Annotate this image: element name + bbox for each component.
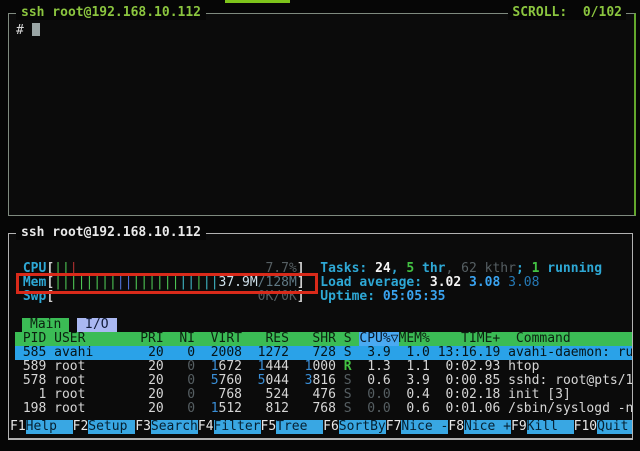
fkey-label-help[interactable]: Help xyxy=(26,420,73,434)
bottom-terminal-pane[interactable]: CPU[||| 7.7%] Tasks: 24, 5 thr, 62 kthr;… xyxy=(8,233,633,440)
sort-column-cpu[interactable]: CPU%▽ xyxy=(359,332,398,346)
process-row-1[interactable]: 1 root 20 0 768 524 476 S 0.0 0.4 0:02.1… xyxy=(15,388,632,402)
fkey-f8[interactable]: F8 xyxy=(448,420,464,434)
memory-meter: Mem[|||||||||||||||||||||37.9M/128M] Loa… xyxy=(15,276,632,290)
process-row-585[interactable]: 585 avahi 20 0 2008 1272 728 S 3.9 1.0 1… xyxy=(15,346,632,360)
fkey-f1[interactable]: F1 xyxy=(10,420,26,434)
fkey-f3[interactable]: F3 xyxy=(135,420,151,434)
fkey-f9[interactable]: F9 xyxy=(511,420,527,434)
process-row-578[interactable]: 578 root 20 0 5760 5044 3816 S 0.6 3.9 0… xyxy=(15,374,632,388)
fkey-f4[interactable]: F4 xyxy=(198,420,214,434)
tab-main[interactable]: Main xyxy=(22,318,69,332)
htop-tabs: Main I/O xyxy=(15,318,632,332)
function-key-bar: F1Help F2Setup F3SearchF4FilterF5Tree F6… xyxy=(10,420,631,434)
process-table-header[interactable]: PID USER PRI NI VIRT RES SHR S CPU%▽MEM%… xyxy=(15,332,632,346)
top-pane-title: ssh root@192.168.10.112 xyxy=(16,6,206,20)
fkey-f5[interactable]: F5 xyxy=(261,420,277,434)
bottom-pane-title: ssh root@192.168.10.112 xyxy=(16,226,206,240)
fkey-label-sortby[interactable]: SortBy xyxy=(339,420,386,434)
fkey-f10[interactable]: F10 xyxy=(574,420,597,434)
process-row-589[interactable]: 589 root 20 0 1672 1444 1000 R 1.3 1.1 0… xyxy=(15,360,632,374)
tab-i-o[interactable]: I/O xyxy=(77,318,116,332)
scroll-value: 0/102 xyxy=(583,5,622,20)
top-terminal-pane[interactable]: # xyxy=(8,13,636,216)
text-cursor xyxy=(32,23,40,36)
swap-meter: Swp[ 0K/0K] Uptime: 05:05:35 xyxy=(15,290,632,304)
terminal-screen: ssh root@192.168.10.112 SCROLL: 0/102 # … xyxy=(0,0,640,451)
fkey-label-setup[interactable]: Setup xyxy=(88,420,135,434)
top-green-bar xyxy=(225,0,290,3)
fkey-f2[interactable]: F2 xyxy=(73,420,89,434)
fkey-f6[interactable]: F6 xyxy=(323,420,339,434)
cpu-meter: CPU[||| 7.7%] Tasks: 24, 5 thr, 62 kthr;… xyxy=(15,262,632,276)
fkey-label-nice-[interactable]: Nice + xyxy=(464,420,511,434)
prompt-symbol: # xyxy=(16,23,32,38)
scroll-label: SCROLL: xyxy=(512,5,567,20)
scroll-spacer xyxy=(567,5,583,20)
fkey-label-nice-[interactable]: Nice - xyxy=(401,420,448,434)
fkey-f7[interactable]: F7 xyxy=(386,420,402,434)
process-row-198[interactable]: 198 root 20 0 1512 812 768 S 0.0 0.6 0:0… xyxy=(15,402,632,416)
fkey-label-search[interactable]: Search xyxy=(151,420,198,434)
fkey-label-tree[interactable]: Tree xyxy=(276,420,323,434)
fkey-label-filter[interactable]: Filter xyxy=(214,420,261,434)
scroll-indicator: SCROLL: 0/102 xyxy=(508,6,626,20)
shell-prompt[interactable]: # xyxy=(16,23,40,38)
fkey-label-kill[interactable]: Kill xyxy=(527,420,574,434)
fkey-label-quit[interactable]: Quit xyxy=(597,420,633,434)
process-table: 585 avahi 20 0 2008 1272 728 S 3.9 1.0 1… xyxy=(15,346,632,416)
